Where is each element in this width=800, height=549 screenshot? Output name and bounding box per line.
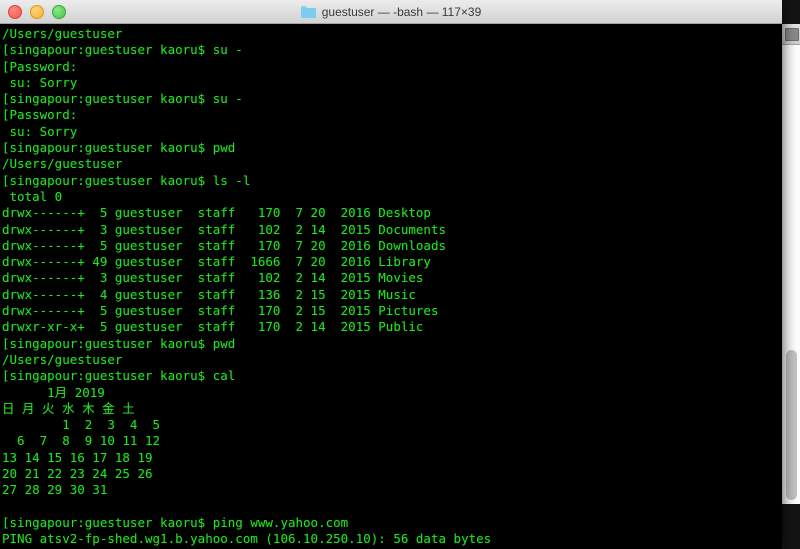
terminal-output: /Users/guestuser [singapour:guestuser ka…: [2, 26, 492, 549]
background-window-light[interactable]: [781, 24, 800, 504]
window-controls: [8, 0, 66, 23]
folder-icon: [300, 5, 316, 18]
maximize-button[interactable]: [52, 4, 66, 19]
background-scrollbar[interactable]: [786, 350, 797, 500]
screen: guestuser — -bash — 117×39 /Users/guestu…: [0, 0, 800, 549]
terminal-window[interactable]: guestuser — -bash — 117×39 /Users/guestu…: [0, 0, 782, 549]
terminal-body[interactable]: /Users/guestuser [singapour:guestuser ka…: [0, 24, 782, 549]
close-button[interactable]: [8, 4, 22, 19]
titlebar[interactable]: guestuser — -bash — 117×39: [0, 0, 782, 24]
minimize-button[interactable]: [30, 4, 44, 19]
window-title: guestuser — -bash — 117×39: [321, 4, 482, 19]
title-group: guestuser — -bash — 117×39: [300, 4, 482, 19]
list-view-icon[interactable]: [785, 28, 799, 41]
background-window-titlebar: [782, 24, 800, 45]
